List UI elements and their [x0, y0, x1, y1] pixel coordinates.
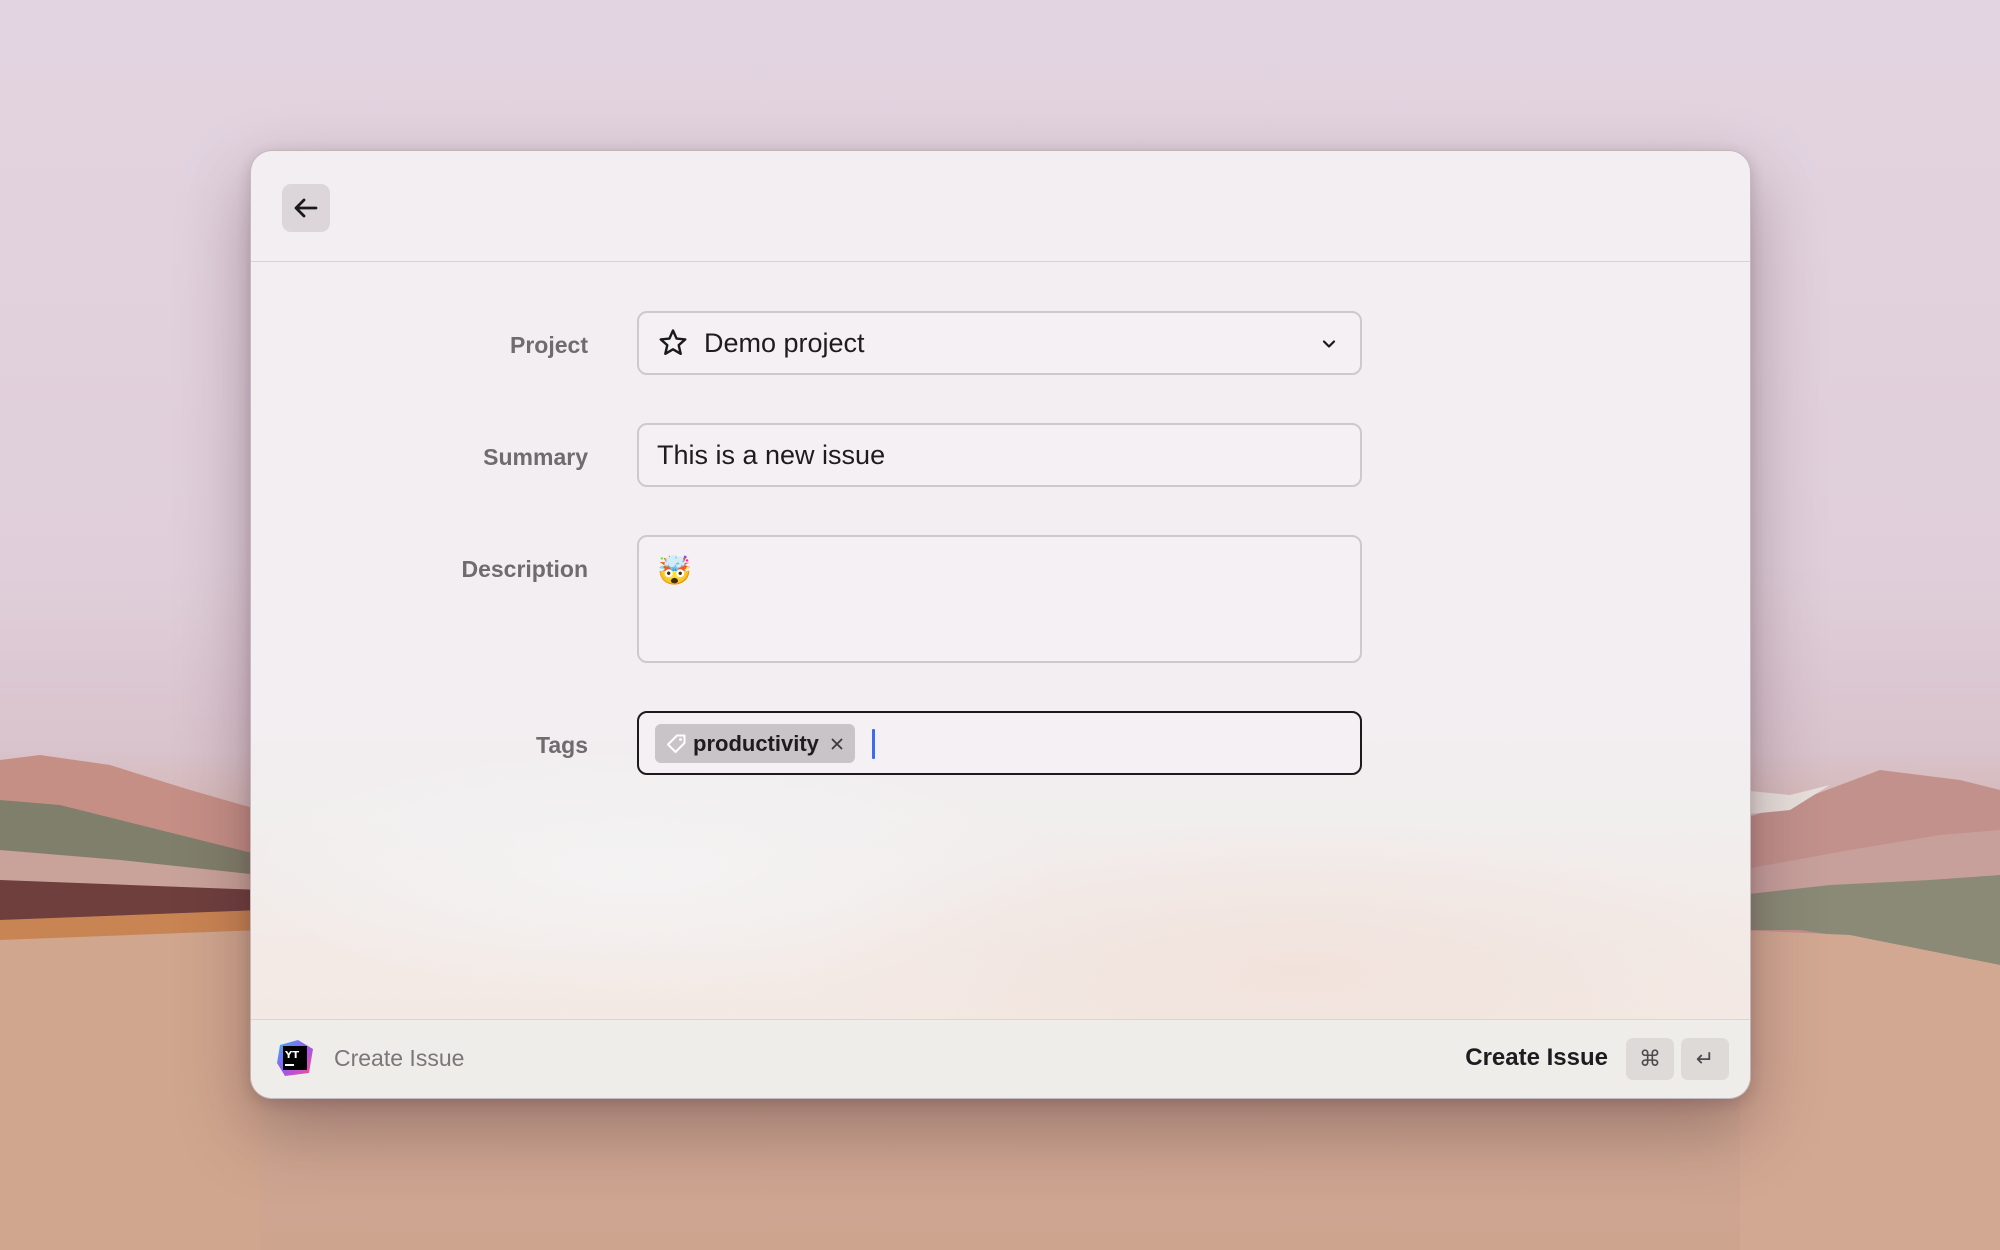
chevron-down-icon — [1322, 340, 1336, 348]
arrow-left-icon — [294, 198, 318, 218]
back-button[interactable] — [282, 184, 330, 232]
command-key-hint: ⌘ — [1626, 1038, 1674, 1080]
tags-input[interactable]: productivity — [637, 711, 1362, 775]
footer-title: Create Issue — [334, 1045, 465, 1071]
description-textarea[interactable]: 🤯 — [637, 535, 1362, 663]
create-issue-window: Project Demo project Summary This is a n… — [250, 150, 1751, 1099]
star-icon — [659, 329, 687, 355]
text-caret — [872, 729, 875, 759]
project-select[interactable]: Demo project — [637, 311, 1362, 375]
project-value: Demo project — [704, 328, 865, 358]
window-header — [251, 151, 1750, 262]
enter-key-hint: ↵ — [1681, 1038, 1729, 1080]
close-icon[interactable] — [829, 736, 845, 752]
tags-label: Tags — [536, 732, 588, 758]
description-label: Description — [461, 556, 588, 582]
project-label: Project — [510, 332, 588, 358]
action-bar: YT Create Issue Create Issue ⌘ ↵ — [251, 1019, 1750, 1098]
description-value: 🤯 — [657, 555, 692, 586]
youtrack-logo: YT — [277, 1040, 313, 1076]
summary-value: This is a new issue — [657, 440, 886, 470]
tag-icon — [667, 734, 686, 753]
tag-chip[interactable]: productivity — [655, 724, 855, 763]
tag-label: productivity — [693, 730, 819, 756]
create-issue-button[interactable]: Create Issue — [1465, 1044, 1608, 1072]
summary-input[interactable]: This is a new issue — [637, 423, 1362, 487]
summary-label: Summary — [483, 444, 588, 470]
svg-text:YT: YT — [284, 1050, 299, 1061]
